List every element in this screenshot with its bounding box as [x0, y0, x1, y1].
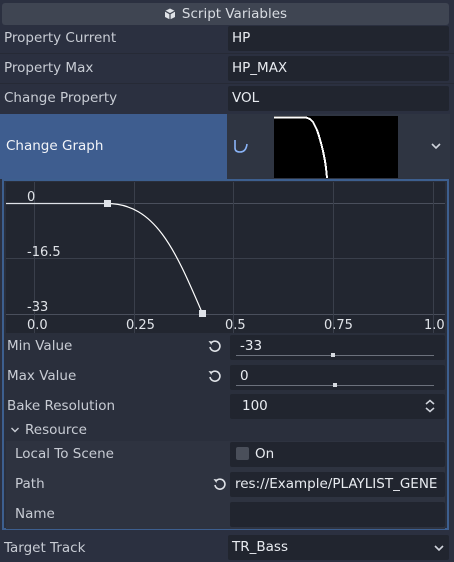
- property-current-label: Property Current: [4, 30, 117, 46]
- local-to-scene-checkbox[interactable]: On: [230, 442, 445, 467]
- x-axis-label: 0.5: [225, 318, 246, 333]
- max-value-value: 0: [240, 368, 249, 384]
- checkbox-icon: [236, 447, 249, 460]
- name-label: Name: [15, 506, 55, 522]
- x-axis-label: 0.25: [126, 318, 155, 333]
- change-property-field[interactable]: VOL: [228, 86, 449, 111]
- resource-section-header[interactable]: Resource: [6, 421, 445, 441]
- change-property-label: Change Property: [4, 90, 118, 106]
- y-axis-label: -33: [27, 300, 49, 315]
- local-to-scene-label: Local To Scene: [15, 446, 114, 462]
- max-value-field[interactable]: 0: [230, 365, 445, 390]
- change-property-value: VOL: [232, 90, 260, 106]
- curve-point[interactable]: [199, 310, 206, 317]
- change-graph-label: Change Graph: [6, 138, 104, 154]
- x-axis-label: 0.75: [324, 318, 353, 333]
- resource-label: Resource: [25, 422, 87, 438]
- header-title: Script Variables: [181, 6, 288, 22]
- property-max-value: HP_MAX: [232, 60, 288, 76]
- property-current-value: HP: [232, 30, 251, 46]
- property-max-label: Property Max: [4, 60, 94, 76]
- bake-resolution-value: 100: [242, 398, 268, 414]
- change-graph-value[interactable]: [227, 114, 450, 179]
- target-track-value: TR_Bass: [232, 539, 288, 555]
- min-value-slider-grabber[interactable]: [331, 353, 335, 357]
- max-value-slider-grabber[interactable]: [333, 383, 337, 387]
- chevron-down-icon[interactable]: [430, 141, 442, 151]
- curve-editor[interactable]: [6, 182, 445, 333]
- script-icon: [164, 8, 176, 20]
- path-field[interactable]: res://Example/PLAYLIST_GENE: [230, 472, 445, 497]
- target-track-label: Target Track: [4, 540, 86, 556]
- revert-icon[interactable]: [212, 476, 228, 492]
- x-axis-label: 1.0: [424, 318, 445, 333]
- property-max-field[interactable]: HP_MAX: [228, 56, 449, 81]
- curve-icon: [233, 138, 249, 154]
- revert-icon[interactable]: [207, 368, 223, 384]
- row-divider: [0, 53, 454, 54]
- local-to-scene-value: On: [255, 446, 275, 462]
- y-axis-label: -16.5: [27, 245, 61, 260]
- spin-updown-icon[interactable]: [424, 399, 436, 413]
- chevron-down-icon: [433, 543, 445, 553]
- path-value: res://Example/PLAYLIST_GENE: [235, 476, 438, 492]
- x-axis-label: 0.0: [27, 318, 48, 333]
- min-value-value: -33: [240, 338, 263, 354]
- path-label: Path: [15, 476, 45, 492]
- chevron-down-icon: [10, 425, 20, 435]
- bake-resolution-label: Bake Resolution: [7, 398, 116, 414]
- min-value-field[interactable]: -33: [230, 335, 445, 360]
- curve-preview[interactable]: [274, 116, 398, 178]
- y-axis-label: 0: [27, 190, 36, 205]
- bake-resolution-spinbox[interactable]: 100: [230, 394, 445, 419]
- target-track-dropdown[interactable]: TR_Bass: [228, 535, 449, 560]
- min-value-slider[interactable]: [236, 355, 434, 356]
- row-divider: [0, 83, 454, 84]
- change-graph-row[interactable]: Change Graph: [0, 114, 227, 179]
- name-field[interactable]: [230, 502, 445, 527]
- revert-icon[interactable]: [207, 338, 223, 354]
- property-current-field[interactable]: HP: [228, 26, 449, 51]
- script-variables-header[interactable]: Script Variables: [2, 3, 449, 25]
- min-value-label: Min Value: [7, 338, 73, 354]
- max-value-label: Max Value: [7, 368, 77, 384]
- curve-point[interactable]: [104, 200, 111, 207]
